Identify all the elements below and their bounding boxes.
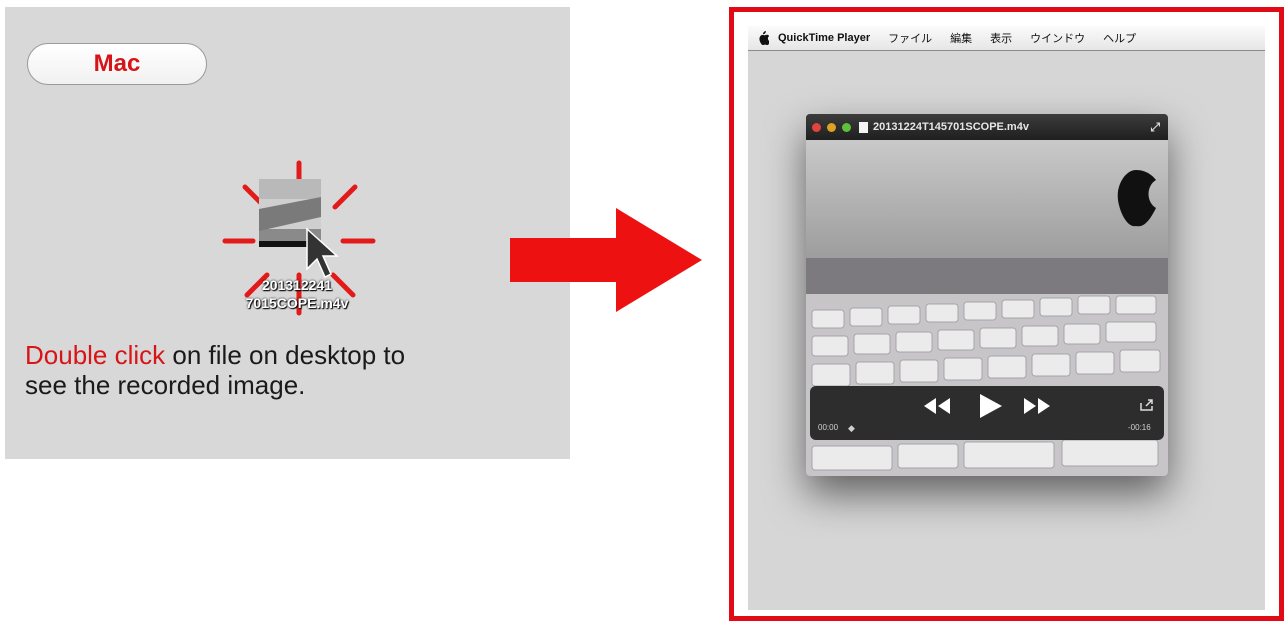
video-file-icon[interactable]: 201312241 7015COPE.m4v (217, 157, 377, 319)
time-remaining: -00:16 (1128, 423, 1151, 432)
instruction-line2: see the recorded image. (25, 370, 306, 400)
quicktime-screenshot-frame: QuickTime Player ファイル 編集 表示 ウインドウ ヘルプ 20… (729, 7, 1284, 621)
fast-forward-button[interactable] (1024, 398, 1050, 419)
menu-item-help[interactable]: ヘルプ (1103, 30, 1136, 46)
zoom-window-button[interactable] (842, 122, 851, 132)
menu-item-window[interactable]: ウインドウ (1030, 30, 1085, 46)
file-name-line1: 201312241 (261, 277, 333, 293)
time-elapsed: 00:00 (818, 423, 839, 432)
instruction-text: Double click on file on desktop to see t… (25, 340, 545, 400)
rewind-button[interactable] (924, 398, 950, 419)
share-button[interactable] (1140, 398, 1154, 416)
player-titlebar: 20131224T145701SCOPE.m4v ⤢ (806, 114, 1168, 140)
apple-icon[interactable] (748, 26, 778, 50)
player-controls: 00:00 ◆ -00:16 (810, 386, 1164, 440)
video-shadow-band (806, 258, 1168, 294)
player-window-title: 20131224T145701SCOPE.m4v (873, 121, 1029, 133)
right-arrow-icon (510, 208, 702, 312)
menu-item-file[interactable]: ファイル (888, 30, 932, 46)
menu-item-view[interactable]: 表示 (990, 30, 1012, 46)
menu-app-name[interactable]: QuickTime Player (778, 32, 870, 44)
close-window-button[interactable] (812, 122, 821, 132)
rewind-icon (924, 398, 950, 414)
quicktime-player-window: 20131224T145701SCOPE.m4v ⤢ 00:00 ◆ -00:1… (806, 114, 1168, 476)
instruction-line1-rest: on file on desktop to (165, 340, 406, 370)
desktop-panel: Mac 201312241 7015COPE.m4v Double click … (5, 7, 570, 459)
file-name-line2: 7015COPE.m4v (245, 295, 349, 311)
share-icon (1140, 399, 1153, 411)
instruction-highlight: Double click (25, 340, 166, 370)
fullscreen-icon[interactable]: ⤢ (1150, 120, 1160, 135)
mac-label: Mac (27, 43, 207, 85)
document-icon (859, 121, 868, 133)
mac-desktop: QuickTime Player ファイル 編集 表示 ウインドウ ヘルプ 20… (748, 26, 1265, 610)
menu-bar: QuickTime Player ファイル 編集 表示 ウインドウ ヘルプ (748, 26, 1265, 51)
fast-forward-icon (1024, 398, 1050, 414)
video-mac-body (806, 140, 1168, 258)
thumbnail-top (259, 179, 321, 199)
minimize-window-button[interactable] (827, 122, 836, 132)
playhead-icon[interactable]: ◆ (848, 423, 855, 434)
mouse-cursor-icon (306, 227, 339, 279)
play-icon (980, 394, 1002, 418)
menu-item-edit[interactable]: 編集 (950, 30, 972, 46)
play-button[interactable] (978, 394, 1002, 423)
